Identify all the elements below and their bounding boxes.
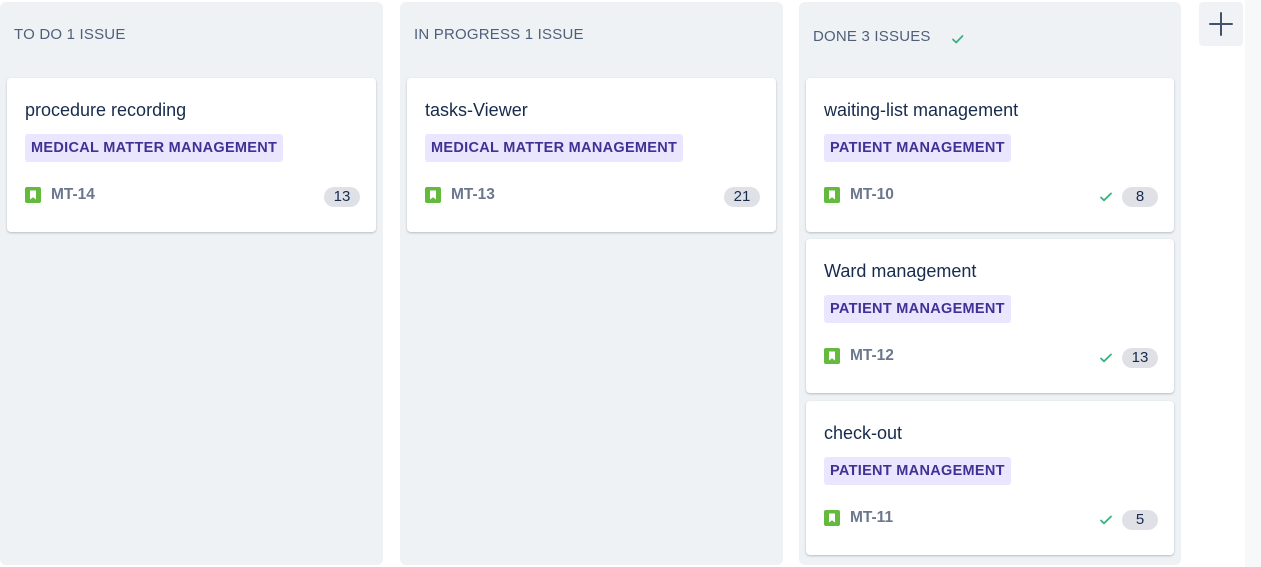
issue-card[interactable]: tasks-Viewer MEDICAL MATTER MANAGEMENT M… [407, 78, 776, 232]
kanban-board: TO DO 1 ISSUE procedure recording MEDICA… [0, 0, 1261, 567]
issue-key[interactable]: MT-11 [850, 509, 893, 527]
check-icon [1100, 515, 1112, 525]
card-title: tasks-Viewer [425, 100, 528, 120]
column-header-in-progress: IN PROGRESS 1 ISSUE [414, 26, 584, 43]
column-header-todo: TO DO 1 ISSUE [14, 26, 126, 43]
issue-key[interactable]: MT-13 [451, 186, 495, 204]
story-points-badge: 5 [1122, 510, 1158, 530]
story-points-badge: 8 [1122, 187, 1158, 207]
column-header-done: DONE 3 ISSUES [813, 26, 967, 46]
column-title: IN PROGRESS 1 ISSUE [414, 26, 584, 43]
bookmark-icon [824, 510, 840, 526]
vertical-scrollbar[interactable] [1245, 0, 1261, 567]
card-meta: 21 [724, 187, 760, 207]
story-points-badge: 13 [324, 187, 360, 207]
epic-label: PATIENT MANAGEMENT [824, 295, 1011, 323]
epic-label: PATIENT MANAGEMENT [824, 134, 1011, 162]
story-points-badge: 21 [724, 187, 760, 207]
issue-card[interactable]: check-out PATIENT MANAGEMENT MT-11 5 [806, 401, 1174, 555]
issue-card[interactable]: waiting-list management PATIENT MANAGEME… [806, 78, 1174, 232]
card-meta: 8 [1098, 187, 1158, 207]
check-icon [1100, 192, 1112, 202]
epic-label: PATIENT MANAGEMENT [824, 457, 1011, 485]
column-done: DONE 3 ISSUES waiting-list management PA… [799, 2, 1181, 565]
card-meta: 13 [324, 187, 360, 207]
issue-key[interactable]: MT-14 [51, 186, 95, 204]
card-footer: MT-14 13 [25, 184, 360, 207]
bookmark-icon [425, 187, 441, 203]
card-meta: 5 [1098, 510, 1158, 530]
column-title: TO DO 1 ISSUE [14, 26, 126, 43]
check-icon [951, 35, 964, 44]
bookmark-icon [25, 187, 41, 203]
plus-icon [1209, 12, 1233, 36]
issue-key[interactable]: MT-12 [850, 347, 894, 365]
bookmark-icon [824, 187, 840, 203]
issue-card[interactable]: Ward management PATIENT MANAGEMENT MT-12… [806, 239, 1174, 393]
card-title: Ward management [824, 261, 977, 281]
epic-label: MEDICAL MATTER MANAGEMENT [25, 134, 284, 162]
card-footer: MT-10 8 [824, 184, 1158, 207]
card-footer: MT-11 5 [824, 507, 1158, 530]
card-title: check-out [824, 423, 903, 443]
card-footer: MT-13 21 [425, 184, 760, 207]
card-meta: 13 [1098, 348, 1158, 368]
card-title: waiting-list management [824, 100, 1019, 120]
issue-card[interactable]: procedure recording MEDICAL MATTER MANAG… [7, 78, 376, 232]
bookmark-icon [824, 348, 840, 364]
story-points-badge: 13 [1122, 348, 1158, 368]
epic-label: MEDICAL MATTER MANAGEMENT [425, 134, 684, 162]
card-footer: MT-12 13 [824, 345, 1158, 368]
column-todo: TO DO 1 ISSUE procedure recording MEDICA… [0, 2, 383, 565]
check-icon [1100, 353, 1112, 363]
add-column-button[interactable] [1199, 2, 1243, 46]
issue-key[interactable]: MT-10 [850, 186, 894, 204]
column-in-progress: IN PROGRESS 1 ISSUE tasks-Viewer MEDICAL… [400, 2, 783, 565]
column-title: DONE 3 ISSUES [813, 27, 931, 45]
card-title: procedure recording [25, 100, 187, 120]
